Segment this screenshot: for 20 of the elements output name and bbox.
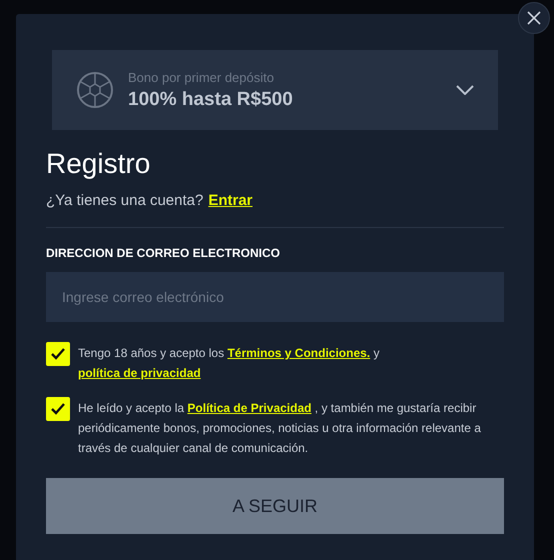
email-label: DIRECCION DE CORREO ELECTRONICO — [46, 246, 282, 260]
chevron-icon — [456, 85, 474, 95]
consent-text: He leído y acepto la Política de Privacidad , y también me gustaría recibir periódicamente bonos, promociones, noticias u otra información relevante a través de cualquier canal de comunicación. — [78, 400, 482, 457]
login-link[interactable]: Entrar — [208, 192, 253, 209]
form-title: Registro — [46, 148, 152, 180]
bonus-caption: Bono por primer depósito — [128, 70, 275, 84]
bonus-dropdown[interactable]: Bono por primer depósito 100% hasta R$500 — [52, 50, 498, 130]
account-prompt: ¿Ya tienes una cuenta? — [46, 192, 204, 209]
consent-text: Tengo 18 años y acepto los Términos y Condiciones. y política de privacidad — [78, 345, 380, 382]
policy-link[interactable]: Términos y Condiciones. — [227, 346, 370, 360]
bonus-offer: 100% hasta R$500 — [128, 88, 294, 110]
checkbox[interactable] — [46, 397, 70, 421]
ball-icon — [76, 71, 114, 109]
check-icon — [50, 402, 66, 416]
check-icon — [50, 347, 66, 361]
policy-link[interactable]: Política de Privacidad — [187, 401, 312, 415]
policy-link[interactable]: política de privacidad — [78, 366, 201, 380]
checkbox[interactable] — [46, 342, 70, 366]
email-field[interactable]: Ingrese correo electrónico — [46, 272, 504, 322]
close-icon[interactable] — [518, 2, 550, 34]
